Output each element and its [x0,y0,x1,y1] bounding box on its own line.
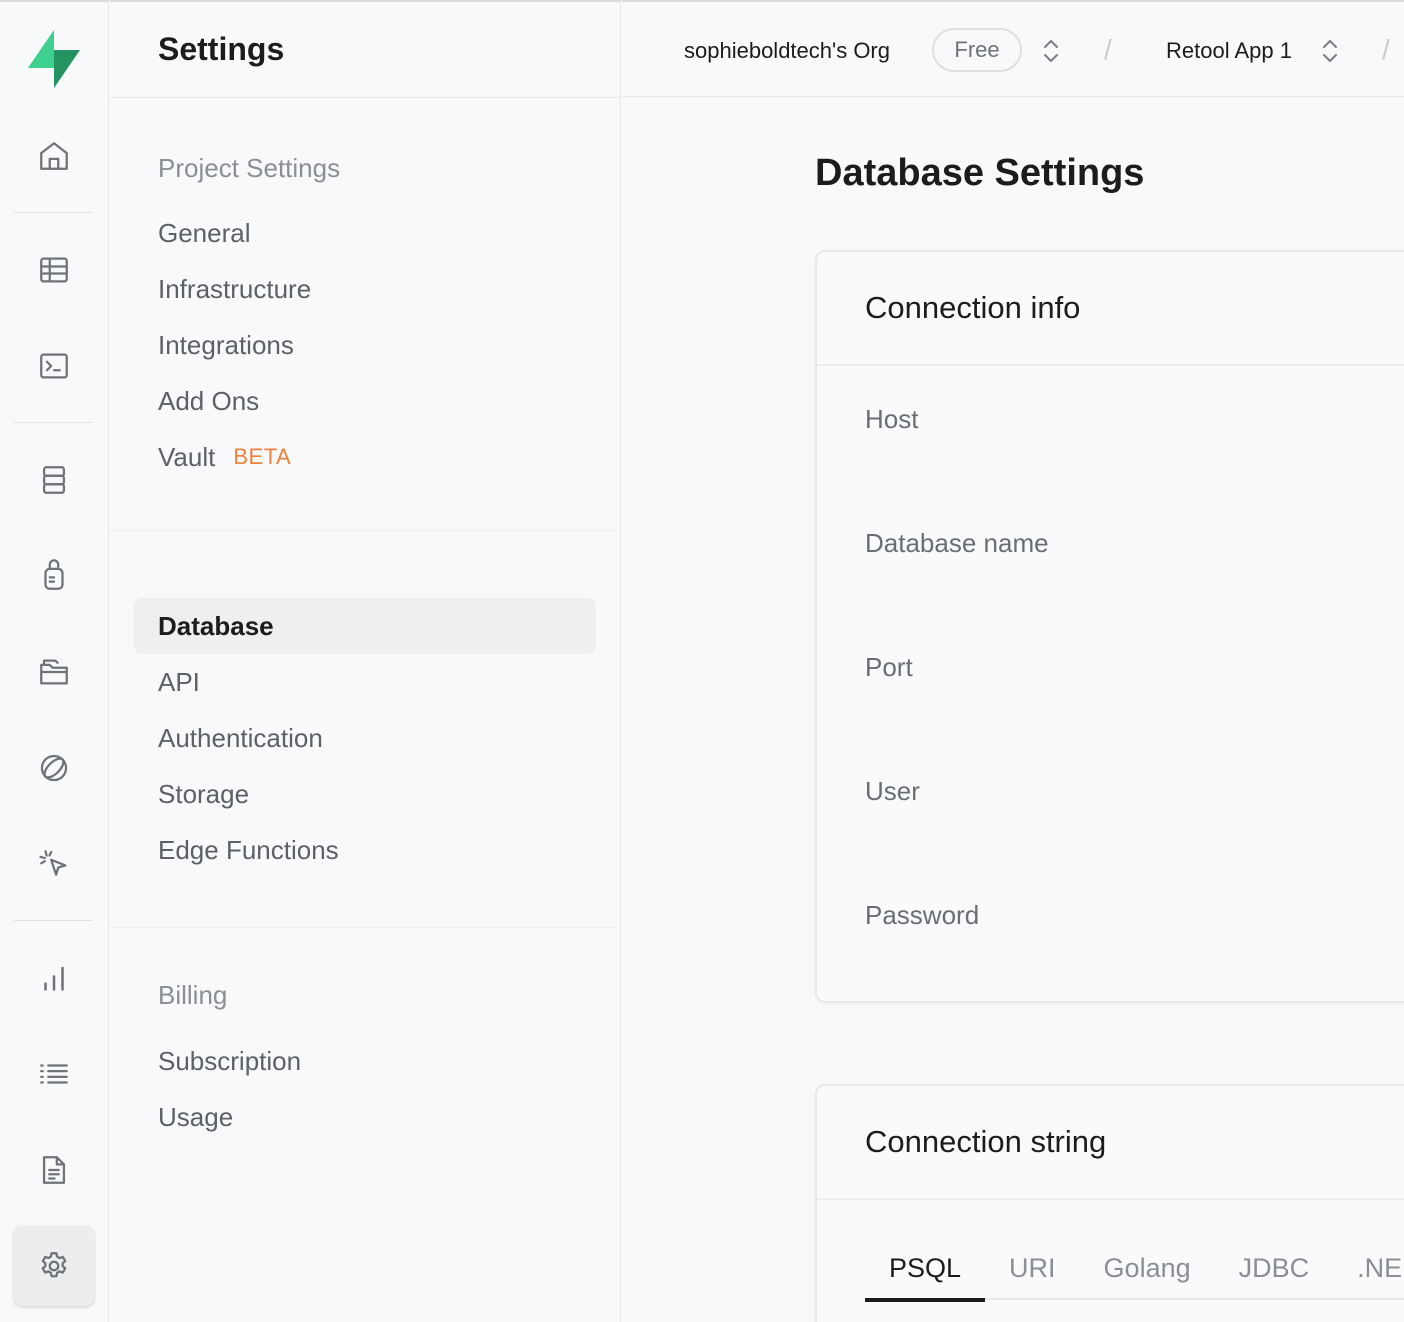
menu-item-label: General [158,217,251,248]
menu-item-add-ons[interactable]: Add Ons [134,373,596,429]
menu-item-label: Authentication [158,722,323,753]
tab-dotnet[interactable]: .NE [1333,1236,1404,1300]
settings-header: Settings [110,2,620,98]
org-switcher-chevron-icon[interactable] [1040,36,1062,66]
menu-item-label: Infrastructure [158,273,312,304]
menu-item-label: Usage [158,1101,234,1132]
org-name[interactable]: sophieboldtech's Org [684,38,890,64]
menu-item-edge-functions[interactable]: Edge Functions [134,822,596,878]
tab-golang[interactable]: Golang [1080,1236,1215,1300]
plan-badge: Free [932,28,1022,72]
project-settings-label: Project Settings [158,153,341,183]
connection-info-card: Connection info Host Database name Port … [815,250,1404,1003]
reports-icon[interactable] [14,938,94,1018]
billing-label: Billing [158,980,228,1010]
menu-item-api[interactable]: API [134,654,596,710]
main-content: Database Settings Connection info Host D… [622,98,1404,1322]
port-label: Port [865,652,913,682]
rail-divider [14,422,92,423]
card-header: Connection info [817,252,1404,366]
menu-item-authentication[interactable]: Authentication [134,710,596,766]
tab-psql[interactable]: PSQL [865,1236,986,1302]
menu-item-integrations[interactable]: Integrations [134,317,596,373]
project-switcher-chevron-icon[interactable] [1319,36,1341,66]
breadcrumb-separator: / [1104,34,1112,65]
menu-item-label: Vault [158,441,216,472]
icon-rail [0,0,109,1322]
menu-item-database[interactable]: Database [134,598,596,654]
tab-jdbc[interactable]: JDBC [1215,1236,1334,1300]
rail-divider [14,212,92,213]
menu-item-label: Add Ons [158,385,260,416]
database-icon[interactable] [14,440,94,520]
page-title: Database Settings [815,152,1145,194]
beta-badge: BETA [233,444,292,469]
card-header: Connection string [817,1086,1404,1200]
host-label: Host [865,404,919,434]
breadcrumb-separator: / [1382,34,1390,65]
authentication-icon[interactable] [14,536,94,616]
menu-item-label: Database [158,610,274,641]
password-label: Password [865,900,980,930]
rail-divider [14,920,92,921]
menu-item-infrastructure[interactable]: Infrastructure [134,261,596,317]
menu-item-label: Edge Functions [158,834,339,865]
configuration-group: Database API Authentication Storage Edge… [110,531,621,928]
menu-item-usage[interactable]: Usage [134,1089,596,1145]
menu-item-subscription[interactable]: Subscription [134,1033,596,1089]
database-name-label: Database name [865,528,1049,558]
card-title: Connection string [865,1124,1107,1159]
logo-icon[interactable] [24,28,84,90]
project-settings-group: Project Settings General Infrastructure … [110,99,621,531]
menu-item-label: Subscription [158,1045,302,1076]
menu-item-general[interactable]: General [134,205,596,261]
logs-icon[interactable] [14,1034,94,1114]
top-bar: sophieboldtech's Org Free / Retool App 1… [622,0,1404,97]
table-editor-icon[interactable] [14,230,94,310]
menu-item-storage[interactable]: Storage [134,766,596,822]
menu-item-label: API [158,666,200,697]
realtime-icon[interactable] [14,728,94,808]
connection-string-tabs: PSQL URI Golang JDBC .NE [865,1236,1404,1302]
menu-item-vault[interactable]: Vault BETA [134,429,596,485]
settings-title: Settings [158,31,285,67]
project-name[interactable]: Retool App 1 [1166,38,1292,64]
sql-editor-icon[interactable] [14,326,94,406]
api-docs-icon[interactable] [14,1130,94,1210]
settings-icon[interactable] [14,1226,94,1306]
billing-group: Billing Subscription Usage [110,928,621,1228]
menu-item-label: Integrations [158,329,294,360]
tab-uri[interactable]: URI [985,1236,1080,1300]
storage-icon[interactable] [14,632,94,712]
menu-item-label: Storage [158,778,250,809]
card-title: Connection info [865,290,1081,325]
user-label: User [865,776,920,806]
settings-menu: Settings Project Settings General Infras… [110,0,621,1322]
home-icon[interactable] [14,116,94,196]
edge-functions-icon[interactable] [14,824,94,904]
connection-string-card: Connection string PSQL URI Golang JDBC .… [815,1084,1404,1322]
